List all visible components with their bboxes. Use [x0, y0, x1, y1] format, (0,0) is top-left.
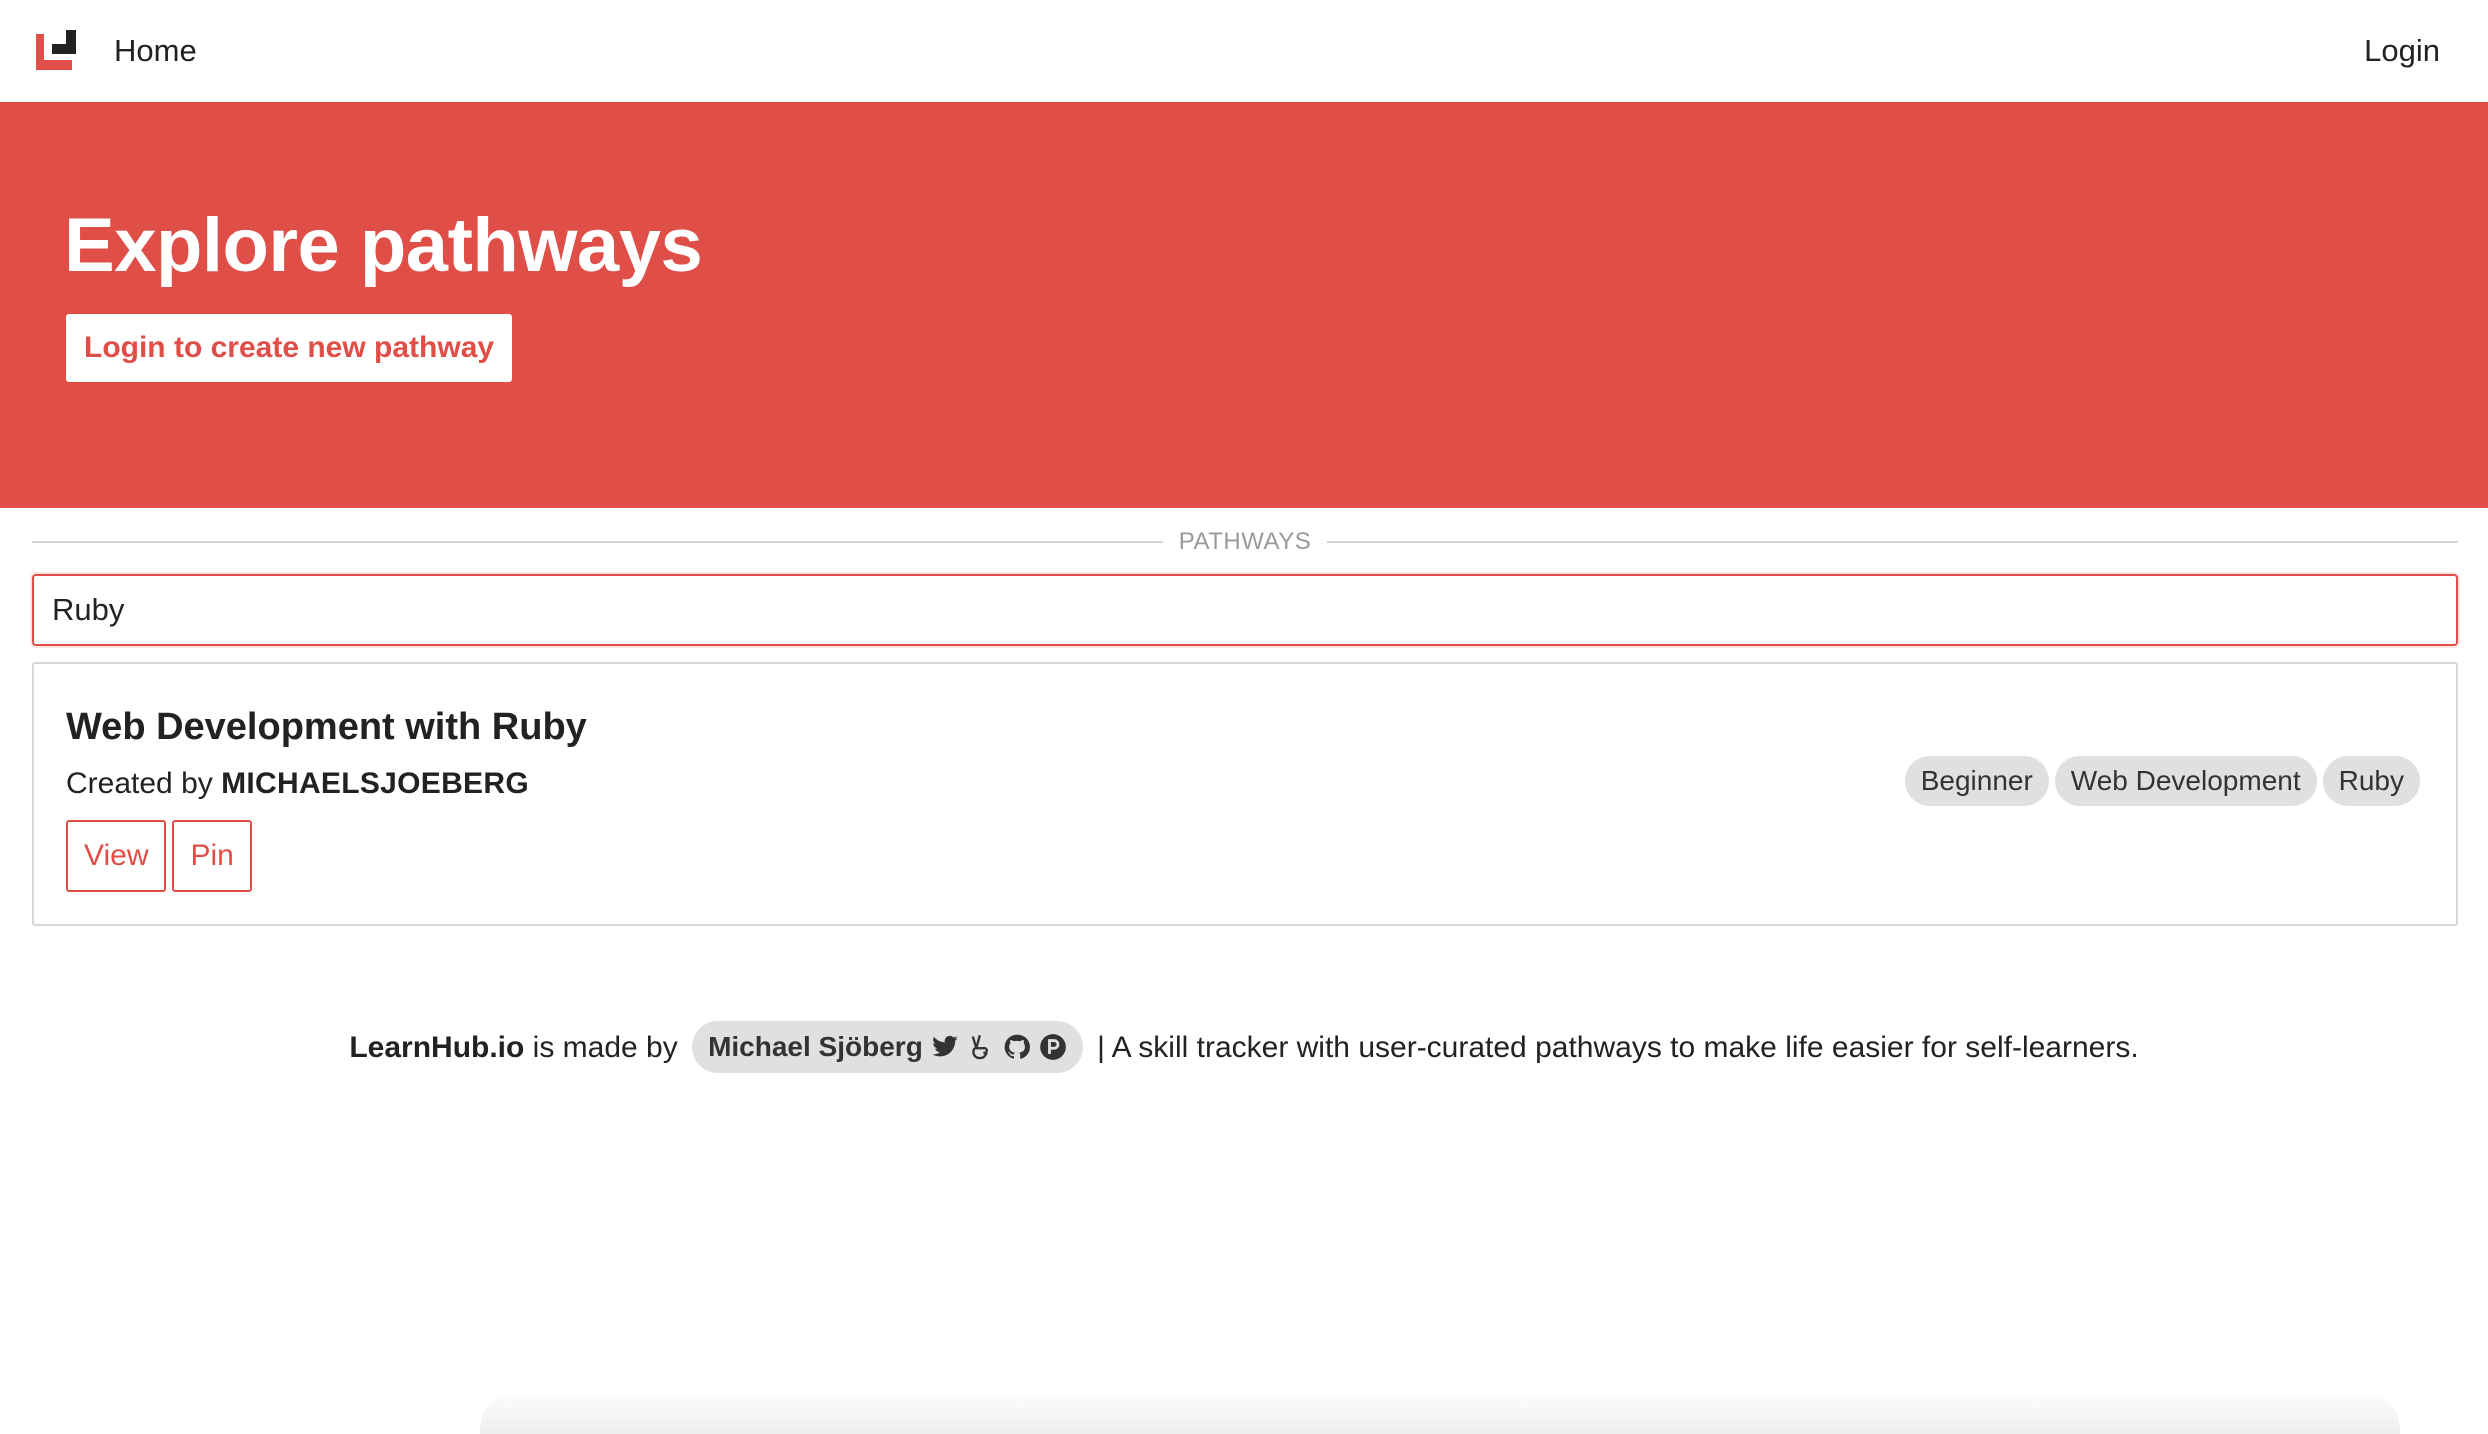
pathway-title[interactable]: Web Development with Ruby — [66, 702, 587, 752]
pathway-creator: Created by MICHAELSJOEBERG — [66, 764, 529, 804]
created-by-label: Created by — [66, 767, 222, 800]
nav-home-link[interactable]: Home — [114, 30, 197, 72]
author-name[interactable]: Michael Sjöberg — [708, 1017, 923, 1077]
pathway-card: Web Development with Ruby Created by MIC… — [32, 662, 2458, 926]
tag-beginner[interactable]: Beginner — [1904, 756, 2049, 806]
pathway-tags: Beginner Web Development Ruby — [1904, 756, 2420, 806]
peace-hand-icon[interactable] — [967, 1033, 995, 1061]
divider-label: PATHWAYS — [1178, 528, 1312, 555]
navbar: Home Login — [0, 0, 2488, 102]
pathway-actions: View Pin — [66, 820, 252, 892]
logo-icon[interactable] — [36, 30, 76, 70]
hero-banner: Explore pathways Login to create new pat… — [0, 102, 2488, 508]
author-pill: Michael Sjöberg — [692, 1021, 1083, 1074]
bottom-shadow — [480, 1390, 2400, 1434]
pin-button[interactable]: Pin — [172, 820, 252, 892]
footer-tagline: | A skill tracker with user-curated path… — [1088, 1031, 2139, 1064]
footer-brand: LearnHub.io — [349, 1031, 525, 1064]
view-button[interactable]: View — [66, 820, 167, 892]
divider-line-right — [1327, 541, 2459, 543]
footer: LearnHub.io is made by Michael Sjöberg |… — [0, 1018, 2488, 1078]
creator-name[interactable]: MICHAELSJOEBERG — [221, 767, 529, 800]
tag-web-development[interactable]: Web Development — [2054, 756, 2317, 806]
tag-ruby[interactable]: Ruby — [2322, 756, 2420, 806]
section-divider: PATHWAYS — [32, 526, 2459, 558]
divider-line-left — [32, 541, 1163, 543]
twitter-icon[interactable] — [931, 1033, 959, 1061]
search-input[interactable] — [32, 574, 2458, 646]
page-title: Explore pathways — [64, 203, 703, 288]
footer-made-by: is made by — [524, 1031, 687, 1064]
github-icon[interactable] — [1003, 1033, 1031, 1061]
nav-login-link[interactable]: Login — [2364, 30, 2440, 72]
patreon-icon[interactable] — [1039, 1033, 1067, 1061]
login-to-create-pathway-button[interactable]: Login to create new pathway — [66, 314, 513, 382]
